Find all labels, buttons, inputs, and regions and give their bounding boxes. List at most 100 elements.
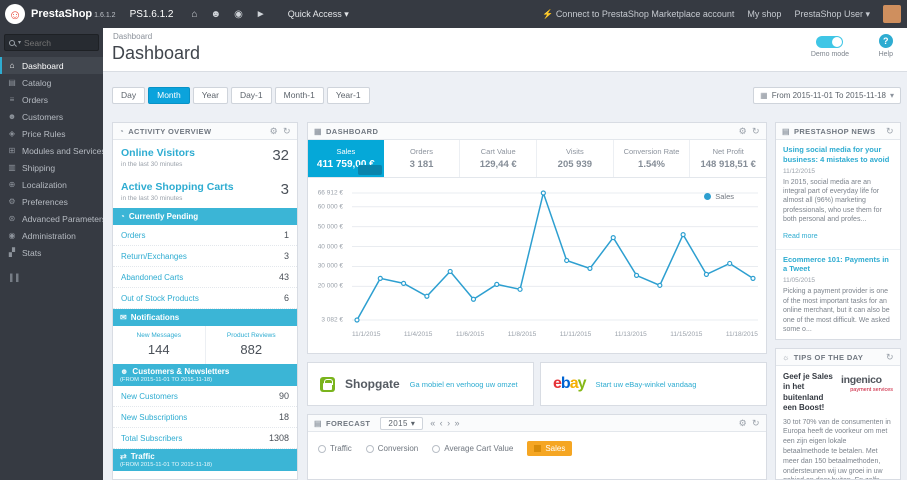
rocket-icon[interactable]: ►: [256, 9, 266, 20]
sidebar-item-catalog[interactable]: ▤ Catalog: [0, 74, 103, 91]
google-analytics-link[interactable]: ↗ Link to your Google Analytics account: [113, 471, 297, 479]
refresh-icon[interactable]: ↻: [886, 352, 894, 363]
filter-day-button[interactable]: Day: [112, 86, 146, 104]
sidebar-item-administration[interactable]: ◉ Administration: [0, 227, 103, 244]
sales-chart-plot: [352, 190, 758, 323]
sidebar-item-label: Administration: [22, 230, 76, 241]
activity-panel-header: ◔ ACTIVITY OVERVIEW ⚙ ↻: [113, 123, 297, 140]
refresh-icon[interactable]: ↻: [752, 126, 760, 137]
read-more-link[interactable]: Read more: [783, 233, 818, 240]
marketplace-connect-link[interactable]: ⚡ Connect to PrestaShop Marketplace acco…: [542, 9, 734, 20]
filter-month-1-button[interactable]: Month-1: [274, 86, 324, 104]
news-article-title[interactable]: Using social media for your business: 4 …: [783, 145, 893, 165]
first-page-icon[interactable]: «: [430, 418, 435, 428]
sidebar-item-customers[interactable]: ☻ Customers: [0, 108, 103, 125]
gear-icon[interactable]: ⚙: [739, 126, 747, 137]
sales-chart: Sales 66 912 € 60 000 € 50 000 € 40 000 € 30…: [308, 178, 766, 353]
forecast-year-select[interactable]: 2015 ▾: [380, 416, 424, 430]
pending-orders-row[interactable]: Orders 1: [113, 225, 297, 247]
administration-icon: ◉: [8, 231, 16, 240]
x-tick-label: 11/11/2015: [559, 331, 592, 338]
demo-mode-toggle[interactable]: [816, 36, 844, 48]
sidebar-item-stats[interactable]: ▞ Stats: [0, 244, 103, 261]
news-panel-title: PRESTASHOP NEWS: [793, 126, 876, 136]
news-article-title[interactable]: Ecommerce 101: Payments in a Tweet: [783, 255, 893, 275]
abandoned-carts-row[interactable]: Abandoned Carts 43: [113, 267, 297, 289]
filter-month-button[interactable]: Month: [148, 86, 190, 104]
new-messages-cell[interactable]: New Messages 144: [113, 326, 205, 364]
search-caret-icon[interactable]: ▾: [18, 39, 21, 46]
out-of-stock-row[interactable]: Out of Stock Products 6: [113, 288, 297, 310]
y-tick-label: 30 000 €: [317, 262, 343, 270]
my-shop-link[interactable]: My shop: [747, 9, 781, 19]
last-page-icon[interactable]: »: [454, 418, 459, 428]
tips-panel: ☼ TIPS OF THE DAY ↻ Geef je Sales in het…: [775, 348, 901, 480]
forecast-panel-title: FORECAST: [325, 418, 371, 428]
breadcrumb[interactable]: Dashboard: [113, 32, 152, 41]
tab-conversion-rate[interactable]: Conversion Rate 1.54%: [614, 140, 691, 177]
sidebar-item-label: Localization: [22, 179, 67, 190]
ingenico-logo[interactable]: ingenico payment services: [841, 372, 893, 414]
tab-cart-value[interactable]: Cart Value 129,44 €: [460, 140, 538, 177]
active-carts-kpi[interactable]: Active Shopping Carts in the last 30 min…: [113, 174, 297, 208]
demo-mode-control: Demo mode: [811, 36, 849, 58]
date-range-picker[interactable]: ▦ From 2015-11-01 To 2015-11-18 ▾: [753, 86, 901, 104]
forecast-legend-sales[interactable]: Sales: [527, 441, 573, 456]
sidebar-item-dashboard[interactable]: ⌂ Dashboard: [0, 57, 103, 74]
news-article-excerpt: Picking a payment provider is one of the…: [783, 288, 890, 333]
chart-x-axis: 11/1/2015 11/4/2015 11/6/2015 11/8/2015 11/1…: [352, 331, 758, 338]
filter-year-button[interactable]: Year: [192, 86, 228, 104]
online-visitors-kpi[interactable]: Online Visitors in the last 30 minutes 3…: [113, 140, 297, 174]
refresh-icon[interactable]: ↻: [283, 126, 291, 137]
pending-returns-row[interactable]: Return/Exchanges 3: [113, 246, 297, 268]
quick-access-menu[interactable]: Quick Access ▾: [288, 9, 349, 20]
y-tick-label: 66 912 €: [317, 189, 343, 197]
product-reviews-cell[interactable]: Product Reviews 882: [204, 326, 298, 365]
shop-icon[interactable]: ⌂: [191, 9, 197, 20]
gear-icon[interactable]: ⚙: [270, 126, 278, 137]
sidebar-collapse-icon[interactable]: ▌▌: [0, 275, 103, 282]
demo-mode-label: Demo mode: [810, 51, 849, 58]
x-tick-label: 11/15/2015: [670, 331, 703, 338]
filter-day-1-button[interactable]: Day-1: [230, 86, 272, 104]
user-menu[interactable]: PrestaShop User ▾: [794, 9, 870, 20]
tab-visits[interactable]: Visits 205 939: [537, 140, 614, 177]
sidebar-item-preferences[interactable]: ⚙ Preferences: [0, 193, 103, 210]
prestashop-logo-icon[interactable]: ☺: [5, 4, 25, 24]
next-page-icon[interactable]: ›: [447, 418, 450, 428]
chart-legend[interactable]: Sales: [704, 192, 734, 201]
catalog-icon: ▤: [8, 78, 16, 87]
prev-page-icon[interactable]: ‹: [440, 418, 443, 428]
shop-name[interactable]: PS1.6.1.2: [130, 9, 174, 20]
sidebar-item-modules[interactable]: ⊞ Modules and Services: [0, 142, 103, 159]
forecast-legend-average-cart-value[interactable]: Average Cart Value: [432, 444, 513, 453]
sidebar-item-shipping[interactable]: ▥ Shipping: [0, 159, 103, 176]
tips-body: 30 tot 70% van de consumenten in Europa …: [783, 418, 891, 479]
y-tick-label: 20 000 €: [317, 282, 343, 290]
shopgate-module-card: Shopgate Ga mobiel en verhoog uw omzet: [307, 362, 534, 406]
ebay-link[interactable]: Start uw eBay-winkel vandaag: [596, 380, 697, 389]
customer-icon[interactable]: ☻: [211, 9, 222, 20]
tab-sales[interactable]: Sales 411 759,00 €: [308, 140, 384, 177]
gear-icon[interactable]: ⚙: [739, 418, 747, 429]
sidebar-item-localization[interactable]: ⊕ Localization: [0, 176, 103, 193]
new-subscriptions-row[interactable]: New Subscriptions 18: [113, 407, 297, 429]
new-customers-row[interactable]: New Customers 90: [113, 386, 297, 408]
shopgate-link[interactable]: Ga mobiel en verhoog uw omzet: [410, 380, 518, 389]
forecast-icon: ▤: [314, 418, 322, 428]
sidebar-item-price-rules[interactable]: ◈ Price Rules: [0, 125, 103, 142]
refresh-icon[interactable]: ↻: [752, 418, 760, 429]
notifications-icon[interactable]: ◉: [234, 9, 243, 20]
tab-net-profit[interactable]: Net Profit 148 918,51 €: [690, 140, 766, 177]
user-avatar[interactable]: [883, 5, 901, 23]
filter-year-1-button[interactable]: Year-1: [326, 86, 370, 104]
search-input[interactable]: [24, 37, 83, 48]
forecast-legend-traffic[interactable]: Traffic: [318, 444, 352, 453]
sidebar-item-advanced-parameters[interactable]: ⊛ Advanced Parameters: [0, 210, 103, 227]
help-icon[interactable]: ?: [878, 34, 893, 48]
tab-orders[interactable]: Orders 3 181: [384, 140, 461, 177]
total-subscribers-row[interactable]: Total Subscribers 1308: [113, 428, 297, 450]
forecast-legend-conversion[interactable]: Conversion: [365, 444, 418, 453]
refresh-icon[interactable]: ↻: [886, 126, 894, 137]
sidebar-item-orders[interactable]: ≡ Orders: [0, 91, 103, 108]
